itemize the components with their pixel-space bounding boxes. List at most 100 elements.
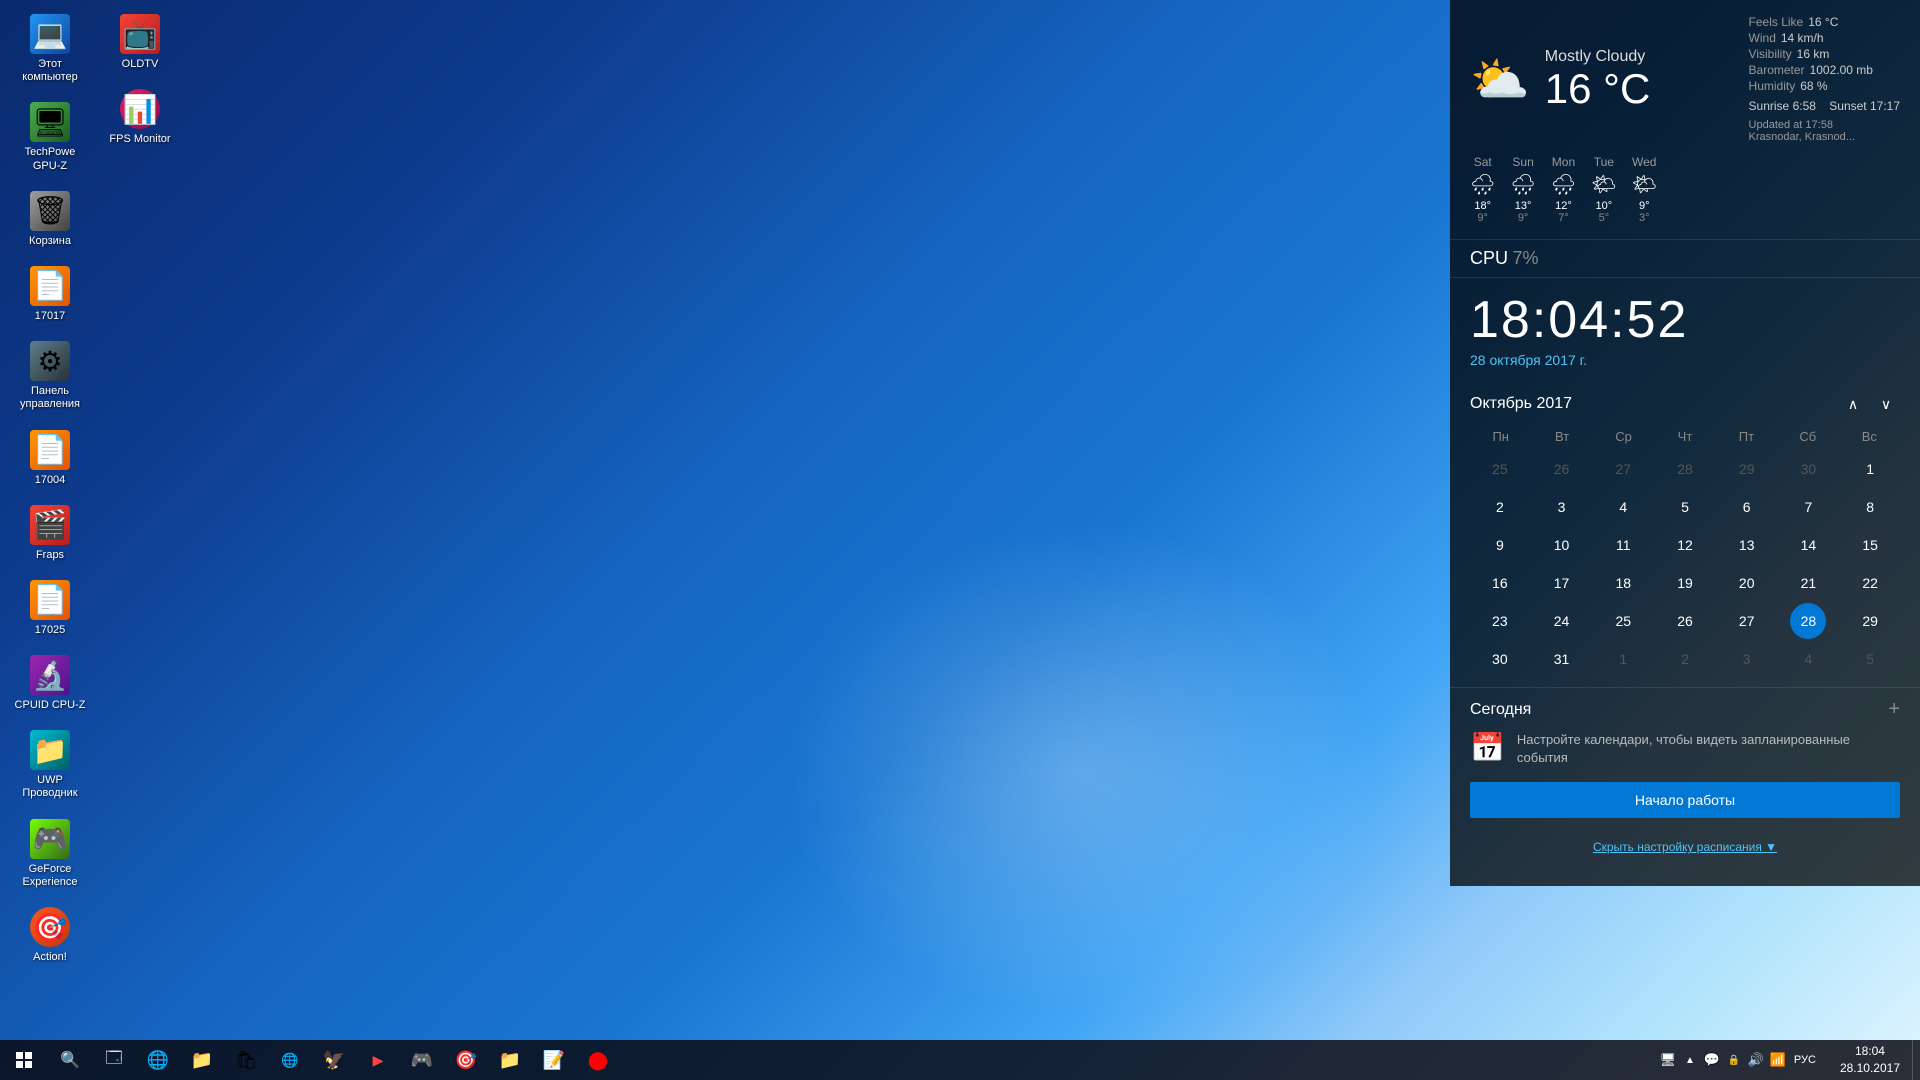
hide-schedule-link[interactable]: Скрыть настройку расписания ▼	[1450, 828, 1920, 866]
cal-cell-week3-day4[interactable]: 20	[1729, 565, 1765, 601]
calendar-prev-btn[interactable]: ∧	[1839, 390, 1867, 418]
taskbar-edge[interactable]: 🌐	[136, 1040, 180, 1080]
cal-cell-week3-day1[interactable]: 17	[1544, 565, 1580, 601]
icon-label-techpowerup: TechPowe GPU-Z	[14, 146, 86, 172]
cal-cell-week5-day1[interactable]: 31	[1544, 641, 1580, 677]
cal-cell-week3-day6[interactable]: 22	[1852, 565, 1888, 601]
desktop-icon-doc17025[interactable]: 📄 17025	[10, 576, 90, 641]
desktop-icon-doc17017[interactable]: 📄 17017	[10, 262, 90, 327]
cal-cell-week4-day5[interactable]: 28	[1790, 603, 1826, 639]
cal-cell-week2-day5[interactable]: 14	[1790, 527, 1826, 563]
icon-image-cpuid: 🔬	[30, 655, 70, 695]
tray-up-arrow[interactable]: ▲	[1680, 1040, 1700, 1080]
tray-icon2[interactable]: 🔒	[1724, 1040, 1744, 1080]
weather-updated: Updated at 17:58	[1749, 119, 1900, 131]
cal-cell-week5-day5[interactable]: 4	[1790, 641, 1826, 677]
task-view-btn[interactable]: 🗔	[92, 1040, 136, 1080]
cal-cell-week2-day6[interactable]: 15	[1852, 527, 1888, 563]
taskbar-chrome[interactable]: 🌐	[268, 1040, 312, 1080]
cal-cell-week1-day1[interactable]: 3	[1544, 489, 1580, 525]
forecast-hi-3: 10°	[1596, 200, 1613, 212]
cal-day-header-Вт: Вт	[1531, 426, 1592, 447]
cal-cell-week5-day4[interactable]: 3	[1729, 641, 1765, 677]
desktop-icon-oldtv[interactable]: 📺 OLDTV	[100, 10, 180, 75]
cal-cell-week4-day4[interactable]: 27	[1729, 603, 1765, 639]
tray-action-center[interactable]: 💬	[1702, 1040, 1722, 1080]
cal-cell-week2-day3[interactable]: 12	[1667, 527, 1703, 563]
cal-cell-week3-day0[interactable]: 16	[1482, 565, 1518, 601]
cal-cell-week4-day0[interactable]: 23	[1482, 603, 1518, 639]
cal-cell-week3-day3[interactable]: 19	[1667, 565, 1703, 601]
cal-cell-week4-day6[interactable]: 29	[1852, 603, 1888, 639]
cal-cell-week5-day2[interactable]: 1	[1605, 641, 1641, 677]
cal-cell-week3-day2[interactable]: 18	[1605, 565, 1641, 601]
cal-cell-week5-day6[interactable]: 5	[1852, 641, 1888, 677]
tray-network2[interactable]: 📶	[1768, 1040, 1788, 1080]
start-working-button[interactable]: Начало работы	[1470, 782, 1900, 818]
taskbar-app2[interactable]: 🦅	[312, 1040, 356, 1080]
icon-label-trash: Корзина	[29, 235, 71, 248]
icon-image-action: 🎯	[30, 907, 70, 947]
desktop-icon-doc17004[interactable]: 📄 17004	[10, 426, 90, 491]
cal-cell-week1-day0[interactable]: 2	[1482, 489, 1518, 525]
desktop-icon-techpowerup[interactable]: 🖥 TechPowe GPU-Z	[10, 98, 90, 176]
desktop-icon-trash[interactable]: 🗑 Корзина	[10, 187, 90, 252]
feels-like-label: Feels Like	[1749, 15, 1804, 29]
humidity-value: 68 %	[1800, 79, 1827, 93]
taskbar-app5[interactable]: 🎯	[444, 1040, 488, 1080]
desktop-icon-computer[interactable]: 💻 Этот компьютер	[10, 10, 90, 88]
taskbar-app4[interactable]: 🎮	[400, 1040, 444, 1080]
icon-label-uwp: UWP Проводник	[14, 774, 86, 800]
taskbar-app7[interactable]: 📝	[532, 1040, 576, 1080]
icon-label-fpsmonitor: FPS Monitor	[109, 133, 170, 146]
cal-cell-week0-day4[interactable]: 29	[1729, 451, 1765, 487]
cal-cell-week5-day3[interactable]: 2	[1667, 641, 1703, 677]
cal-cell-week3-day5[interactable]: 21	[1790, 565, 1826, 601]
cal-cell-week2-day2[interactable]: 11	[1605, 527, 1641, 563]
cal-cell-week1-day6[interactable]: 8	[1852, 489, 1888, 525]
cal-cell-week2-day0[interactable]: 9	[1482, 527, 1518, 563]
today-add-btn[interactable]: +	[1888, 698, 1900, 721]
cal-cell-week1-day2[interactable]: 4	[1605, 489, 1641, 525]
taskbar-app6[interactable]: 📁	[488, 1040, 532, 1080]
cal-cell-week4-day1[interactable]: 24	[1544, 603, 1580, 639]
today-message-area: 📅 Настройте календари, чтобы видеть запл…	[1470, 731, 1900, 767]
taskbar-store[interactable]: 🛍	[224, 1040, 268, 1080]
cal-cell-week1-day5[interactable]: 7	[1790, 489, 1826, 525]
desktop-icon-fpsmonitor[interactable]: 📊 FPS Monitor	[100, 85, 180, 150]
show-desktop-btn[interactable]	[1912, 1040, 1920, 1080]
weather-forecast: Sat 🌧 18° 9° Sun 🌧 13° 9° Mon 🌧 12° 7° T…	[1470, 155, 1900, 224]
cal-cell-week2-day1[interactable]: 10	[1544, 527, 1580, 563]
cal-cell-week4-day3[interactable]: 26	[1667, 603, 1703, 639]
tray-network[interactable]: 🖥	[1658, 1040, 1678, 1080]
start-button-taskbar[interactable]	[0, 1040, 48, 1080]
calendar-next-btn[interactable]: ∨	[1872, 390, 1900, 418]
cal-cell-week2-day4[interactable]: 13	[1729, 527, 1765, 563]
cpu-percent: 7%	[1512, 248, 1538, 268]
forecast-lo-1: 9°	[1515, 212, 1532, 224]
desktop-icon-cpanel[interactable]: ⚙ Панель управления	[10, 337, 90, 415]
taskbar-app3[interactable]: ▶	[356, 1040, 400, 1080]
cal-cell-week0-day0[interactable]: 25	[1482, 451, 1518, 487]
desktop-icon-fraps[interactable]: 🎬 Fraps	[10, 501, 90, 566]
taskbar-clock[interactable]: 18:04 28.10.2017	[1828, 1043, 1912, 1077]
cal-day-header-Сб: Сб	[1777, 426, 1838, 447]
desktop-icon-uwp[interactable]: 📁 UWP Проводник	[10, 726, 90, 804]
taskbar-explorer[interactable]: 📁	[180, 1040, 224, 1080]
cal-cell-week5-day0[interactable]: 30	[1482, 641, 1518, 677]
cal-cell-week0-day5[interactable]: 30	[1790, 451, 1826, 487]
taskbar-app8[interactable]: ⬤	[576, 1040, 620, 1080]
cal-cell-week0-day2[interactable]: 27	[1605, 451, 1641, 487]
cal-cell-week0-day3[interactable]: 28	[1667, 451, 1703, 487]
cal-cell-week1-day3[interactable]: 5	[1667, 489, 1703, 525]
calendar-day-names: ПнВтСрЧтПтСбВс	[1470, 426, 1900, 447]
desktop-icon-action[interactable]: 🎯 Action!	[10, 903, 90, 968]
desktop-icon-geforce[interactable]: 🎮 GeForce Experience	[10, 815, 90, 893]
cal-cell-week0-day1[interactable]: 26	[1544, 451, 1580, 487]
tray-icon3[interactable]: 🔊	[1746, 1040, 1766, 1080]
cal-cell-week4-day2[interactable]: 25	[1605, 603, 1641, 639]
cal-cell-week0-day6[interactable]: 1	[1852, 451, 1888, 487]
search-taskbar-btn[interactable]: 🔍	[48, 1040, 92, 1080]
cal-cell-week1-day4[interactable]: 6	[1729, 489, 1765, 525]
desktop-icon-cpuid[interactable]: 🔬 CPUID CPU-Z	[10, 651, 90, 716]
